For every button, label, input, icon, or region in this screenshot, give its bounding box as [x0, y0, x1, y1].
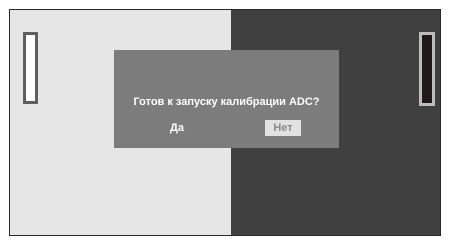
- dialog-prompt: Готов к запуску калибрации ADC?: [133, 96, 320, 108]
- black-level-marker: [419, 32, 435, 106]
- adc-calibration-dialog: Готов к запуску калибрации ADC? Да Нет: [114, 50, 339, 148]
- no-button[interactable]: Нет: [265, 120, 301, 136]
- yes-button[interactable]: Да: [162, 120, 192, 136]
- white-level-marker: [23, 32, 38, 104]
- calibration-screen: Готов к запуску калибрации ADC? Да Нет: [9, 9, 441, 236]
